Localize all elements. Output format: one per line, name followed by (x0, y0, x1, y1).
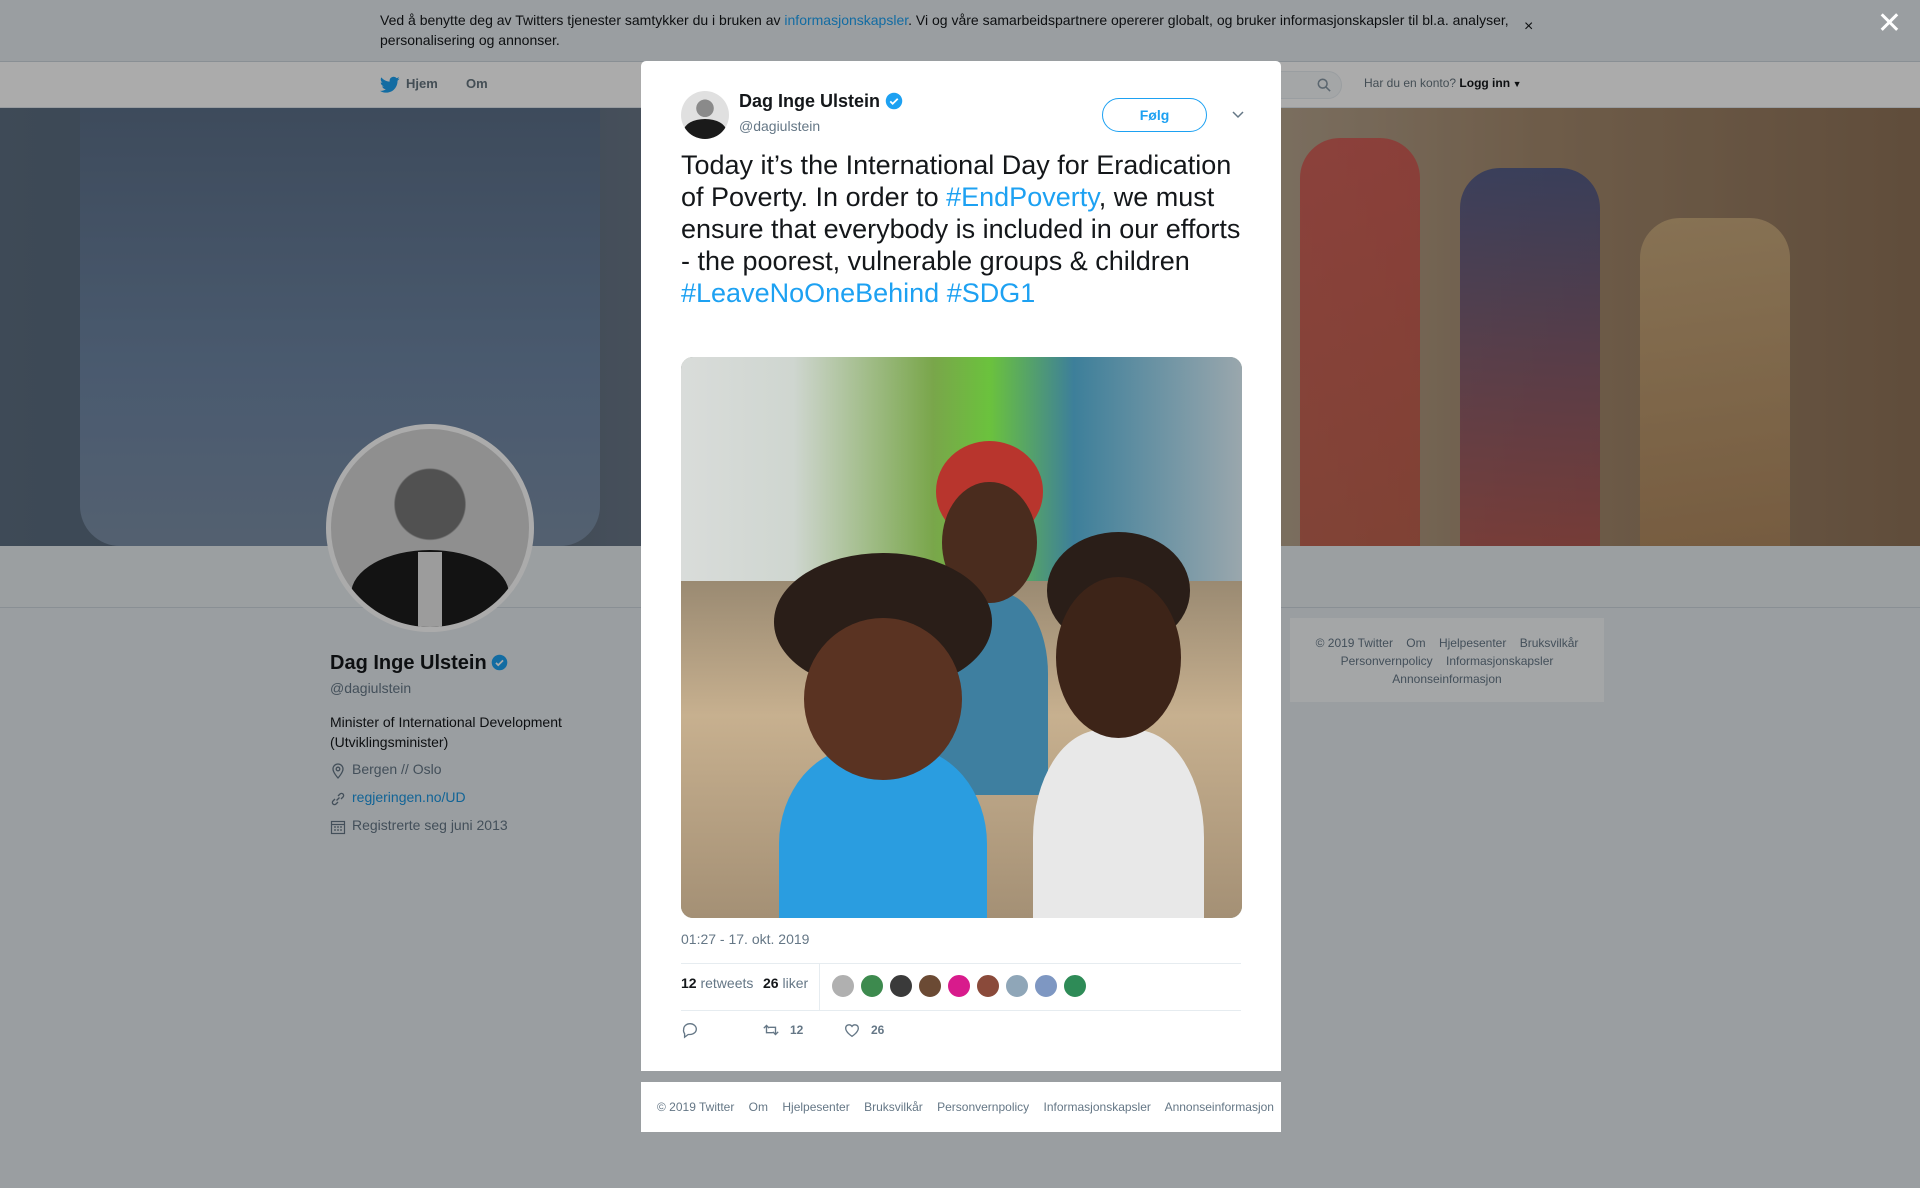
avatar[interactable] (831, 974, 855, 998)
reply-icon (682, 1023, 697, 1039)
divider (681, 1010, 1241, 1011)
footer-link-ads[interactable]: Annonseinformasjon (1165, 1100, 1274, 1114)
divider (819, 964, 820, 1010)
footer-link-cookies[interactable]: Informasjonskapsler (1044, 1100, 1151, 1114)
avatar[interactable] (889, 974, 913, 998)
avatar[interactable] (918, 974, 942, 998)
chevron-down-icon[interactable] (1231, 107, 1245, 121)
like-button[interactable]: 26 (843, 1021, 903, 1041)
tweet-modal: Dag Inge Ulstein @dagiulstein Følg Today… (641, 61, 1281, 1071)
footer-link-terms[interactable]: Bruksvilkår (864, 1100, 923, 1114)
avatar[interactable] (1034, 974, 1058, 998)
likes-stat[interactable]: 26 liker (763, 975, 808, 991)
retweet-button[interactable]: 12 (762, 1021, 822, 1041)
heart-icon (845, 1024, 859, 1038)
modal-footer: © 2019 Twitter Om Hjelpesenter Bruksvilk… (641, 1082, 1281, 1132)
tweet-author-handle[interactable]: @dagiulstein (739, 118, 820, 134)
tweet-author-name: Dag Inge Ulstein (739, 91, 903, 112)
follow-button[interactable]: Følg (1102, 98, 1207, 132)
tweet-photo[interactable] (681, 357, 1242, 918)
hashtag-link[interactable]: #SDG1 (947, 278, 1036, 308)
divider (681, 963, 1241, 964)
tweet-text: Today it’s the International Day for Era… (681, 150, 1241, 308)
hashtag-link[interactable]: #LeaveNoOneBehind (681, 278, 939, 308)
avatar[interactable] (947, 974, 971, 998)
footer-link-about[interactable]: Om (749, 1100, 768, 1114)
verified-badge-icon (885, 92, 903, 110)
avatar[interactable] (1063, 974, 1087, 998)
avatar[interactable] (860, 974, 884, 998)
avatar[interactable] (681, 91, 729, 139)
retweet-icon (763, 1024, 779, 1036)
footer-link-help[interactable]: Hjelpesenter (782, 1100, 849, 1114)
avatar[interactable] (1005, 974, 1029, 998)
tweet-timestamp[interactable]: 01:27 - 17. okt. 2019 (681, 931, 809, 947)
hashtag-link[interactable]: #EndPoverty (946, 182, 1099, 212)
footer-link-privacy[interactable]: Personvernpolicy (937, 1100, 1029, 1114)
reply-button[interactable] (681, 1021, 721, 1041)
footer-copyright: © 2019 Twitter (657, 1100, 735, 1114)
avatar[interactable] (976, 974, 1000, 998)
retweets-stat[interactable]: 12 retweets (681, 975, 753, 991)
close-icon[interactable]: ✕ (1877, 8, 1902, 40)
